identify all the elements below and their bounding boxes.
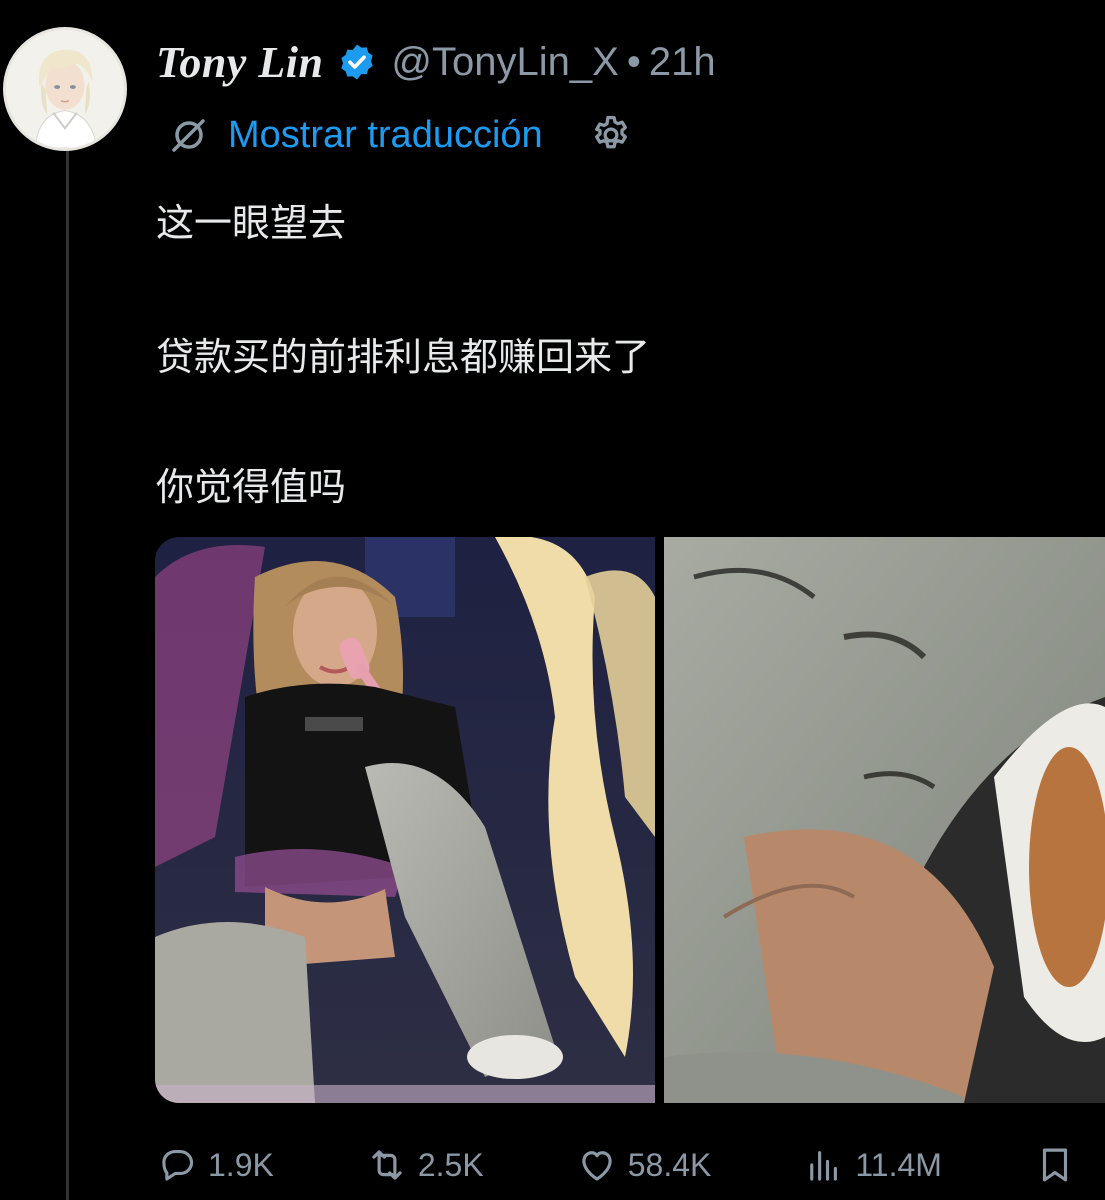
media-grid (155, 537, 1105, 1103)
views-button[interactable]: 11.4M (803, 1144, 942, 1186)
tweet-actions: 1.9K 2.5K 58.4K 11.4M (156, 1135, 1076, 1195)
media-photo-1[interactable] (155, 537, 655, 1103)
reply-count: 1.9K (208, 1146, 274, 1183)
translation-row: Mostrar traducción (168, 110, 633, 160)
timestamp[interactable]: 21h (649, 40, 716, 85)
handle[interactable]: @TonyLin_X (391, 40, 618, 85)
reply-icon (162, 1149, 194, 1181)
views-count: 11.4M (855, 1146, 942, 1183)
separator-dot: • (626, 39, 641, 84)
views-chart-icon (810, 1151, 838, 1181)
tweet-text-line: 贷款买的前排利息都赚回来了 (156, 335, 651, 379)
bookmark-button[interactable] (1034, 1144, 1076, 1186)
display-name[interactable]: Tony Lin (156, 37, 323, 88)
bookmark-icon (1042, 1148, 1068, 1182)
heart-icon (582, 1151, 612, 1181)
repost-icon (372, 1150, 402, 1180)
like-count: 58.4K (627, 1146, 712, 1183)
tweet-text-line: 你觉得值吗 (156, 465, 347, 509)
reply-button[interactable]: 1.9K (156, 1144, 274, 1186)
verified-badge-icon (341, 44, 374, 80)
gear-icon[interactable] (589, 113, 633, 157)
avatar-image (6, 30, 124, 148)
tweet-header: Tony Lin @TonyLin_X • 21h (156, 30, 716, 94)
tweet-text-line: 这一眼望去 (156, 201, 347, 245)
repost-count: 2.5K (417, 1146, 484, 1183)
avatar[interactable] (3, 27, 127, 151)
thread-line (66, 150, 69, 1200)
media-photo-2[interactable] (664, 537, 1105, 1103)
repost-button[interactable]: 2.5K (366, 1144, 484, 1186)
like-button[interactable]: 58.4K (576, 1144, 712, 1186)
translate-off-icon (172, 119, 205, 152)
show-translation-link[interactable]: Mostrar traducción (228, 114, 543, 157)
